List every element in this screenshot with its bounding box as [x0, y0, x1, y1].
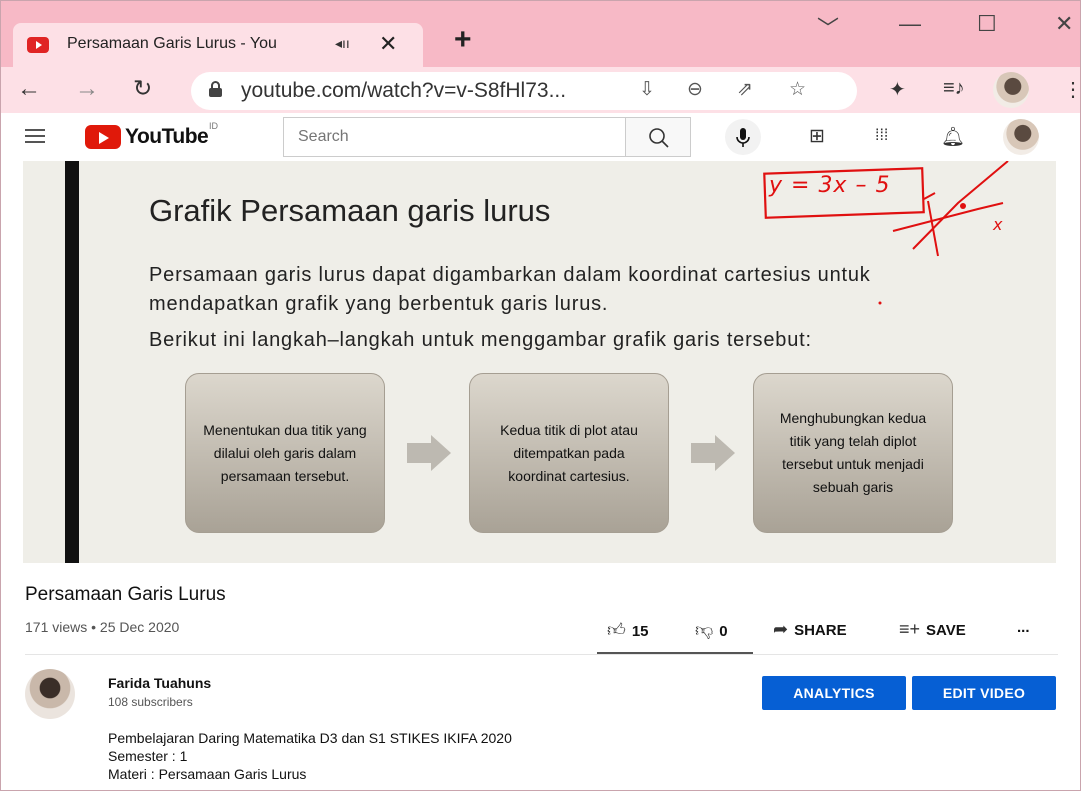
search-box[interactable]: [283, 117, 627, 157]
channel-avatar[interactable]: [25, 669, 75, 719]
video-title: Persamaan Garis Lurus: [25, 584, 226, 605]
save-label: SAVE: [926, 622, 966, 639]
tab-title: Persamaan Garis Lurus - You: [67, 35, 277, 52]
youtube-account-avatar[interactable]: [1003, 119, 1039, 155]
zoom-icon[interactable]: ⊖: [687, 78, 703, 101]
back-button[interactable]: ←: [17, 75, 41, 103]
voice-search-button[interactable]: [725, 119, 761, 155]
edit-video-button[interactable]: EDIT VIDEO: [912, 676, 1056, 710]
analytics-button[interactable]: ANALYTICS: [762, 676, 906, 710]
share-button[interactable]: ➦ SHARE: [773, 619, 847, 640]
url-text[interactable]: youtube.com/watch?v=v-S8fHl73...: [241, 79, 566, 103]
install-app-icon[interactable]: ⇩: [639, 78, 655, 101]
more-actions-button[interactable]: ...: [1017, 619, 1030, 636]
channel-name[interactable]: Farida Tuahuns: [108, 675, 211, 691]
lock-icon[interactable]: [209, 81, 222, 97]
create-video-icon[interactable]: ⊞: [809, 125, 825, 148]
share-arrow-icon: ➦: [773, 619, 789, 639]
thumbs-down-icon: 👎︎: [695, 620, 714, 640]
share-label: SHARE: [794, 622, 847, 639]
search-icon: [649, 128, 669, 148]
like-button[interactable]: 👍︎ 15: [607, 619, 649, 641]
search-button[interactable]: [625, 117, 691, 157]
close-tab-icon[interactable]: ✕: [379, 31, 397, 57]
media-control-icon[interactable]: ≡♪: [943, 77, 965, 100]
browser-profile-avatar[interactable]: [993, 72, 1029, 108]
share-page-icon[interactable]: ⇗: [737, 78, 753, 101]
youtube-logo-icon[interactable]: [85, 125, 121, 149]
region-code: ID: [209, 121, 218, 131]
reload-button[interactable]: ↻: [133, 75, 152, 102]
browser-window: Persamaan Garis Lurus - You ◂ıı ✕ + ﹀ — …: [0, 0, 1081, 791]
tab-youtube[interactable]: Persamaan Garis Lurus - You ◂ıı ✕: [13, 23, 423, 67]
subscriber-count: 108 subscribers: [108, 695, 193, 709]
dislike-button[interactable]: 👎︎ 0: [695, 619, 728, 641]
youtube-logo-text[interactable]: YouTube: [125, 125, 209, 149]
divider: [25, 654, 1058, 655]
new-tab-button[interactable]: +: [454, 23, 472, 57]
search-input[interactable]: [284, 118, 627, 156]
maximize-button[interactable]: ☐: [977, 11, 997, 37]
like-count: 15: [631, 623, 649, 640]
toolbar: ← → ↻ youtube.com/watch?v=v-S8fHl73... ⇩…: [1, 67, 1080, 113]
description-line-3: Materi : Persamaan Garis Lurus: [108, 766, 307, 782]
playlist-add-icon: ≡+: [899, 619, 921, 639]
bookmark-star-icon[interactable]: ☆: [789, 78, 806, 101]
address-bar[interactable]: youtube.com/watch?v=v-S8fHl73... ⇩ ⊖ ⇗ ☆: [191, 72, 857, 110]
annotation-x-label: x: [993, 215, 1004, 234]
hamburger-menu-icon[interactable]: [25, 129, 45, 143]
browser-menu-icon[interactable]: ⋮: [1063, 77, 1080, 102]
save-button[interactable]: ≡+ SAVE: [899, 619, 966, 640]
annotation-equation: y = 3x – 5: [769, 173, 891, 198]
close-window-button[interactable]: ✕: [1055, 11, 1073, 37]
description-line-2: Semester : 1: [108, 748, 188, 764]
minimize-button[interactable]: —: [899, 11, 921, 37]
notifications-bell-icon[interactable]: 🔔︎: [941, 125, 965, 149]
thumbs-up-icon: 👍︎: [607, 620, 626, 640]
handwritten-annotation: [763, 161, 1009, 305]
more-actions-label: ...: [1017, 619, 1030, 636]
audio-playing-icon[interactable]: ◂ıı: [335, 35, 350, 52]
tab-search-chevron-icon[interactable]: ﹀: [817, 11, 839, 43]
youtube-favicon-icon: [27, 37, 49, 53]
extensions-puzzle-icon[interactable]: ✦: [889, 77, 906, 102]
video-views-date: 171 views • 25 Dec 2020: [25, 619, 180, 635]
title-bar: Persamaan Garis Lurus - You ◂ıı ✕ + ﹀ — …: [1, 1, 1080, 67]
video-player[interactable]: Grafik Persamaan garis lurus Persamaan g…: [23, 161, 1056, 563]
microphone-icon: [736, 128, 750, 147]
forward-button[interactable]: →: [75, 75, 99, 103]
description-line-1: Pembelajaran Daring Matematika D3 dan S1…: [108, 730, 512, 746]
apps-grid-icon[interactable]: ⁞⁞⁞: [875, 127, 888, 145]
youtube-header: YouTube ID ⊞ ⁞⁞⁞ 🔔︎: [1, 113, 1080, 161]
dislike-count: 0: [719, 623, 728, 640]
